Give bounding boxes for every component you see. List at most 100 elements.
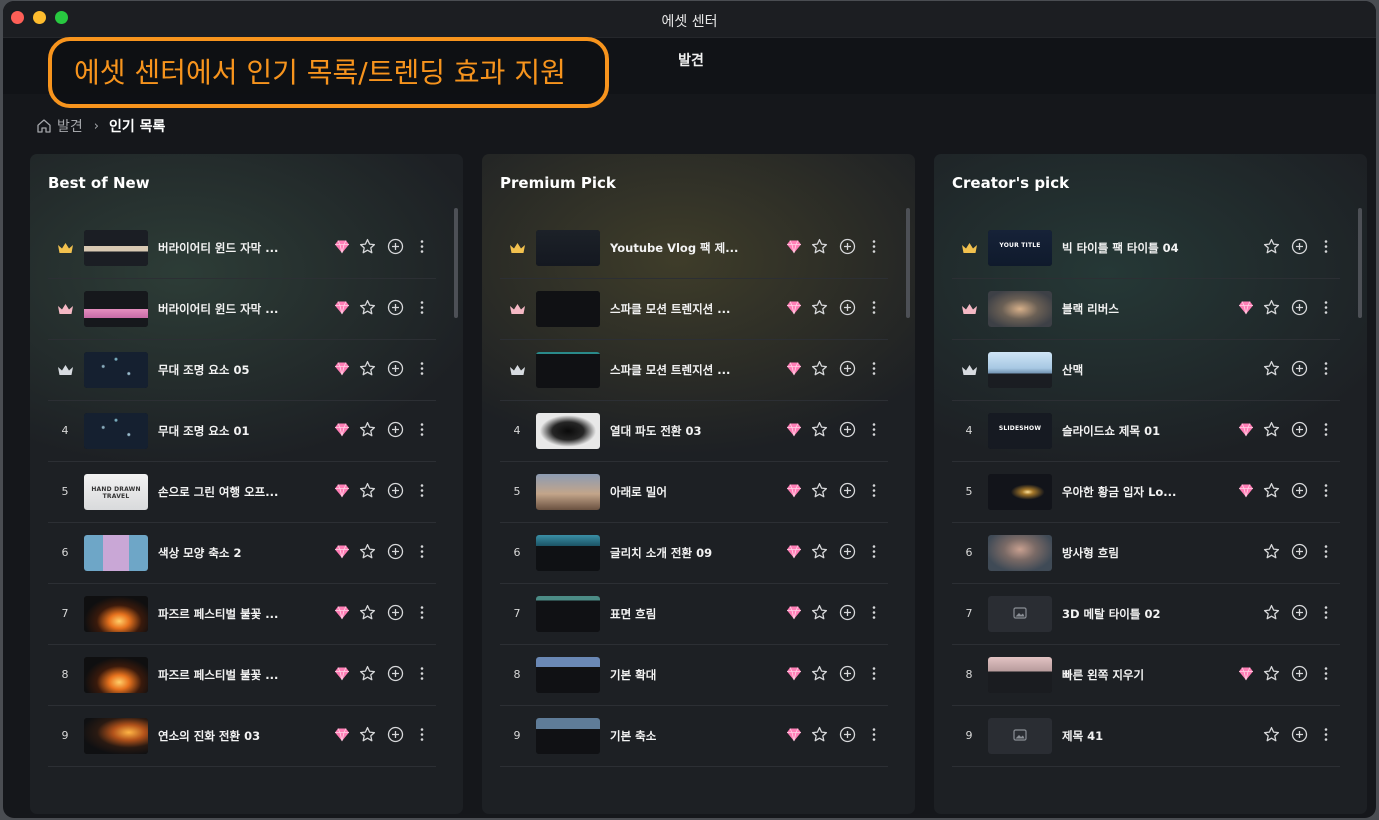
favorite-star-icon[interactable] — [1263, 360, 1280, 377]
favorite-star-icon[interactable] — [811, 238, 828, 255]
asset-thumbnail[interactable] — [988, 596, 1052, 632]
more-options-icon[interactable] — [868, 665, 880, 682]
asset-thumbnail[interactable] — [84, 230, 148, 266]
asset-row[interactable]: 5 HAND DRAWN TRAVEL 손으로 그린 여행 오프... — [48, 462, 436, 523]
asset-thumbnail[interactable] — [988, 718, 1052, 754]
asset-row[interactable]: 9 제목 41 — [952, 706, 1340, 767]
add-to-project-icon[interactable] — [1291, 299, 1308, 316]
asset-thumbnail[interactable] — [536, 535, 600, 571]
favorite-star-icon[interactable] — [1263, 726, 1280, 743]
favorite-star-icon[interactable] — [811, 604, 828, 621]
asset-row[interactable]: 4 열대 파도 전환 03 — [500, 401, 888, 462]
more-options-icon[interactable] — [1320, 421, 1332, 438]
asset-thumbnail[interactable] — [988, 657, 1052, 693]
more-options-icon[interactable] — [1320, 360, 1332, 377]
favorite-star-icon[interactable] — [811, 421, 828, 438]
asset-thumbnail[interactable] — [536, 413, 600, 449]
asset-row[interactable]: 6 글리치 소개 전환 09 — [500, 523, 888, 584]
asset-thumbnail[interactable] — [84, 657, 148, 693]
favorite-star-icon[interactable] — [1263, 299, 1280, 316]
more-options-icon[interactable] — [1320, 482, 1332, 499]
add-to-project-icon[interactable] — [839, 238, 856, 255]
asset-row[interactable]: 블랙 리버스 — [952, 279, 1340, 340]
asset-row[interactable]: 7 표면 흐림 — [500, 584, 888, 645]
asset-row[interactable]: 7 파즈르 페스티벌 불꽃 ... — [48, 584, 436, 645]
add-to-project-icon[interactable] — [387, 360, 404, 377]
asset-thumbnail[interactable]: HAND DRAWN TRAVEL — [84, 474, 148, 510]
favorite-star-icon[interactable] — [811, 726, 828, 743]
asset-row[interactable]: 9 연소의 진화 전환 03 — [48, 706, 436, 767]
favorite-star-icon[interactable] — [1263, 665, 1280, 682]
favorite-star-icon[interactable] — [359, 299, 376, 316]
asset-thumbnail[interactable] — [84, 413, 148, 449]
add-to-project-icon[interactable] — [839, 421, 856, 438]
add-to-project-icon[interactable] — [1291, 726, 1308, 743]
favorite-star-icon[interactable] — [1263, 421, 1280, 438]
asset-row[interactable]: 산맥 — [952, 340, 1340, 401]
asset-thumbnail[interactable] — [988, 352, 1052, 388]
favorite-star-icon[interactable] — [811, 360, 828, 377]
add-to-project-icon[interactable] — [839, 543, 856, 560]
add-to-project-icon[interactable] — [1291, 604, 1308, 621]
favorite-star-icon[interactable] — [359, 604, 376, 621]
add-to-project-icon[interactable] — [387, 726, 404, 743]
add-to-project-icon[interactable] — [839, 360, 856, 377]
asset-row[interactable]: 8 파즈르 페스티벌 불꽃 ... — [48, 645, 436, 706]
more-options-icon[interactable] — [1320, 299, 1332, 316]
panel-scrollbar[interactable] — [1358, 208, 1362, 318]
more-options-icon[interactable] — [416, 543, 428, 560]
panel-scrollbar[interactable] — [454, 208, 458, 318]
home-icon[interactable] — [36, 118, 52, 134]
more-options-icon[interactable] — [1320, 726, 1332, 743]
asset-row[interactable]: Youtube Vlog 팩 제... — [500, 218, 888, 279]
asset-row[interactable]: 버라이어티 윈드 자막 ... — [48, 218, 436, 279]
asset-row[interactable]: 4 SLIDESHOW 슬라이드쇼 제목 01 — [952, 401, 1340, 462]
more-options-icon[interactable] — [1320, 665, 1332, 682]
asset-row[interactable]: 8 기본 확대 — [500, 645, 888, 706]
more-options-icon[interactable] — [1320, 238, 1332, 255]
asset-thumbnail[interactable] — [84, 291, 148, 327]
favorite-star-icon[interactable] — [359, 421, 376, 438]
favorite-star-icon[interactable] — [359, 726, 376, 743]
asset-thumbnail[interactable]: SLIDESHOW — [988, 413, 1052, 449]
asset-row[interactable]: 스파클 모션 트렌지션 ... — [500, 279, 888, 340]
favorite-star-icon[interactable] — [811, 299, 828, 316]
asset-row[interactable]: 스파클 모션 트렌지션 ... — [500, 340, 888, 401]
add-to-project-icon[interactable] — [387, 604, 404, 621]
asset-row[interactable]: 6 방사형 흐림 — [952, 523, 1340, 584]
asset-thumbnail[interactable] — [536, 718, 600, 754]
more-options-icon[interactable] — [416, 482, 428, 499]
add-to-project-icon[interactable] — [839, 604, 856, 621]
asset-thumbnail[interactable] — [84, 535, 148, 571]
more-options-icon[interactable] — [868, 604, 880, 621]
favorite-star-icon[interactable] — [811, 665, 828, 682]
asset-thumbnail[interactable] — [536, 474, 600, 510]
more-options-icon[interactable] — [1320, 604, 1332, 621]
add-to-project-icon[interactable] — [1291, 360, 1308, 377]
add-to-project-icon[interactable] — [387, 665, 404, 682]
add-to-project-icon[interactable] — [1291, 482, 1308, 499]
more-options-icon[interactable] — [868, 299, 880, 316]
add-to-project-icon[interactable] — [387, 299, 404, 316]
add-to-project-icon[interactable] — [1291, 421, 1308, 438]
asset-thumbnail[interactable] — [536, 657, 600, 693]
more-options-icon[interactable] — [868, 238, 880, 255]
add-to-project-icon[interactable] — [839, 482, 856, 499]
breadcrumb-discover-link[interactable]: 발견 — [57, 116, 83, 136]
asset-thumbnail[interactable]: YOUR TITLE — [988, 230, 1052, 266]
panel-scrollbar[interactable] — [906, 208, 910, 318]
asset-thumbnail[interactable] — [536, 230, 600, 266]
asset-thumbnail[interactable] — [536, 596, 600, 632]
add-to-project-icon[interactable] — [839, 665, 856, 682]
favorite-star-icon[interactable] — [359, 543, 376, 560]
asset-row[interactable]: 9 기본 축소 — [500, 706, 888, 767]
add-to-project-icon[interactable] — [839, 726, 856, 743]
add-to-project-icon[interactable] — [387, 543, 404, 560]
add-to-project-icon[interactable] — [387, 482, 404, 499]
more-options-icon[interactable] — [868, 421, 880, 438]
add-to-project-icon[interactable] — [839, 299, 856, 316]
more-options-icon[interactable] — [868, 482, 880, 499]
favorite-star-icon[interactable] — [359, 238, 376, 255]
add-to-project-icon[interactable] — [1291, 543, 1308, 560]
asset-row[interactable]: 버라이어티 윈드 자막 ... — [48, 279, 436, 340]
